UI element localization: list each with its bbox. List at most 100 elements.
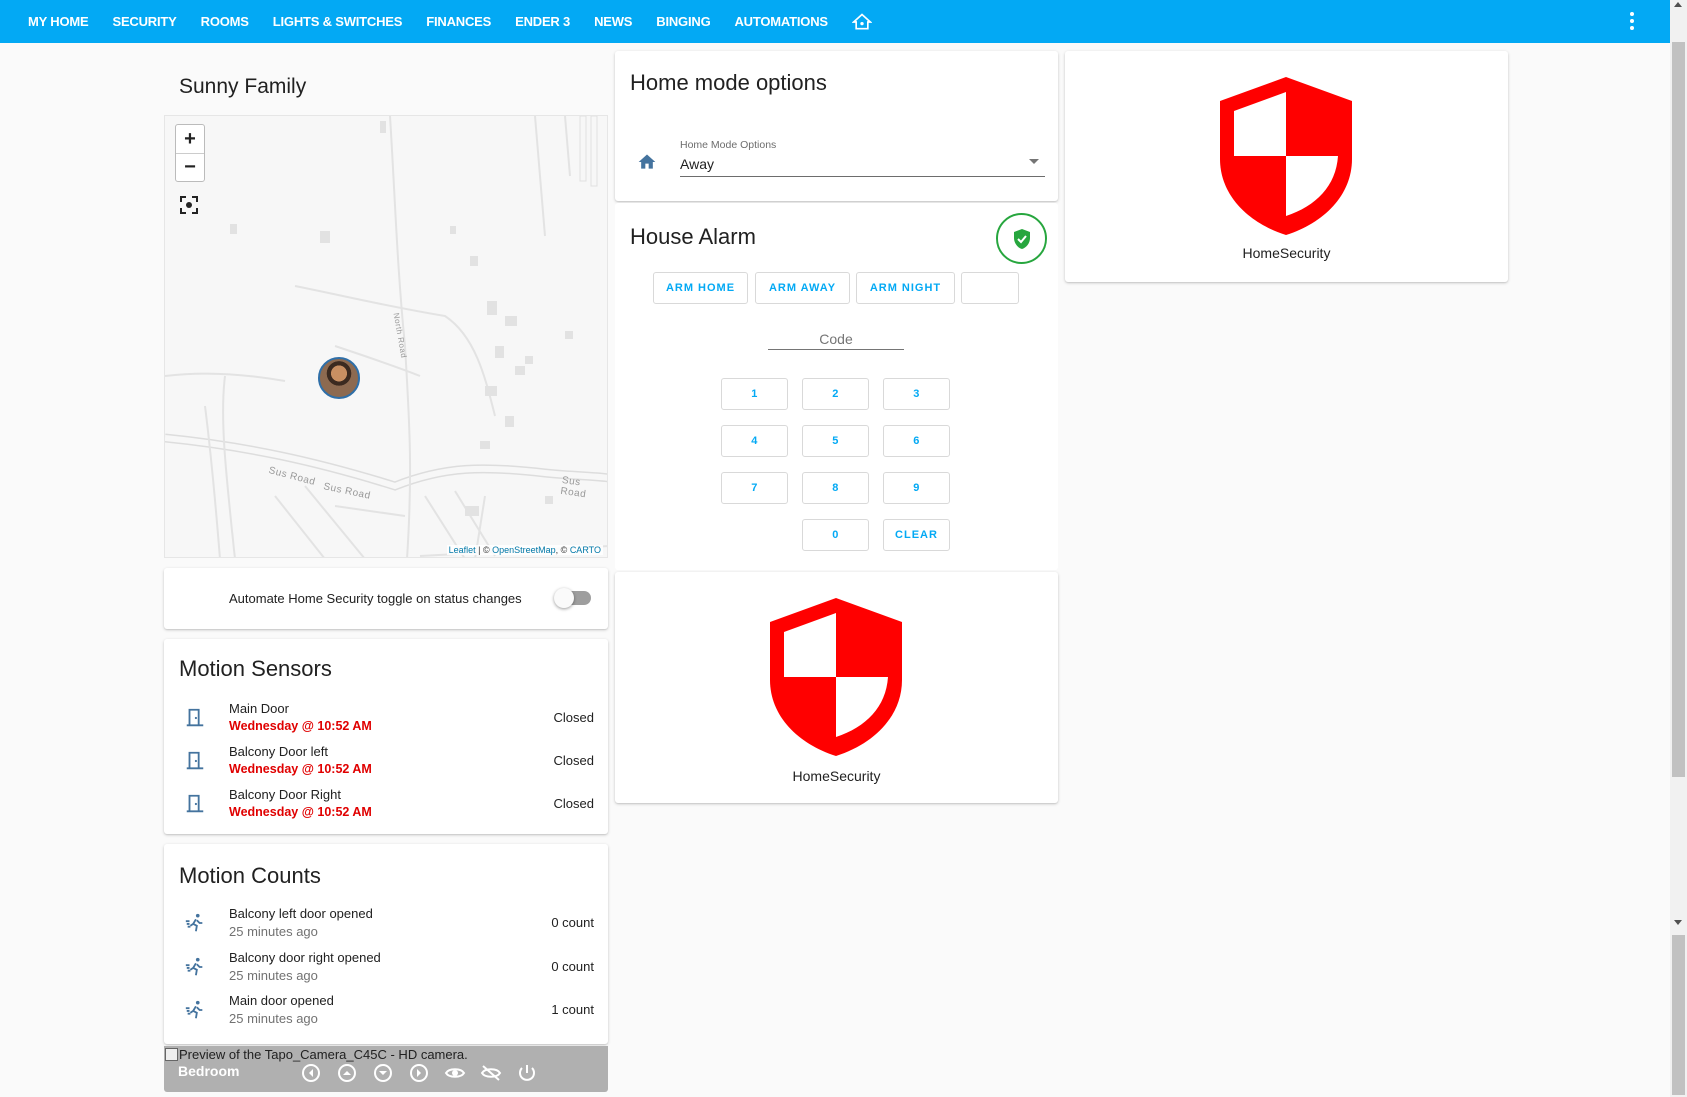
page-scrollbar[interactable] [1670, 0, 1687, 1097]
keypad-key-4[interactable]: 4 [721, 425, 788, 457]
entity-name: Main Door [229, 701, 289, 716]
tab-my-home[interactable]: MY HOME [0, 0, 100, 43]
eye-icon[interactable] [444, 1062, 466, 1084]
keypad-key-5[interactable]: 5 [802, 425, 869, 457]
home-security-label: HomeSecurity [1242, 245, 1331, 261]
home-security-card[interactable]: HomeSecurity [615, 572, 1058, 803]
pan-left-icon[interactable] [300, 1062, 322, 1084]
keypad-key-8[interactable]: 8 [802, 472, 869, 504]
arm-home-button[interactable]: ARM HOME [653, 272, 748, 304]
house-alarm-card: House Alarm ARM HOME ARM AWAY ARM NIGHT … [615, 203, 1058, 570]
entity-row[interactable]: Balcony Door Right Wednesday @ 10:52 AM … [164, 785, 608, 825]
tab-binging[interactable]: BINGING [644, 0, 722, 43]
zoom-out-button[interactable]: − [176, 153, 204, 181]
keypad-key-3[interactable]: 3 [883, 378, 950, 410]
motion-counts-card: Motion Counts Balcony left door opened 2… [164, 844, 608, 1044]
power-icon[interactable] [516, 1062, 538, 1084]
select-value: Away [680, 156, 714, 172]
camera-preview-alt-text: Preview of the Tapo_Camera_C45C - HD cam… [179, 1047, 468, 1062]
entity-name: Balcony door right opened [229, 950, 381, 965]
home-mode-select[interactable]: Home Mode Options Away [680, 139, 1045, 177]
entity-state: Closed [553, 753, 594, 768]
pan-down-icon[interactable] [372, 1062, 394, 1084]
door-closed-icon [186, 708, 204, 727]
pan-right-icon[interactable] [408, 1062, 430, 1084]
alarm-code-input[interactable] [768, 328, 904, 350]
keypad-key-0[interactable]: 0 [802, 519, 869, 551]
attribution-separator: | © [475, 545, 493, 555]
home-mode-card: Home mode options Home Mode Options Away [615, 51, 1058, 201]
run-fast-icon [185, 1000, 203, 1019]
map-attribution: Leaflet | © OpenStreetMap, © CARTO [446, 545, 603, 555]
tab-rooms[interactable]: ROOMS [189, 0, 261, 43]
alarm-status-badge[interactable] [996, 213, 1047, 264]
entity-name: Balcony Door Right [229, 787, 341, 802]
entity-state: Closed [553, 710, 594, 725]
pan-up-icon[interactable] [336, 1062, 358, 1084]
entity-row[interactable]: Balcony Door left Wednesday @ 10:52 AM C… [164, 742, 608, 782]
entity-state: Closed [553, 796, 594, 811]
shield-icon [1220, 77, 1352, 235]
scroll-down-arrow-icon[interactable] [1674, 920, 1682, 925]
dots-vertical-icon[interactable] [1621, 10, 1643, 32]
keypad-key-2[interactable]: 2 [802, 378, 869, 410]
home-automation-icon[interactable] [840, 0, 884, 43]
tab-lights-switches[interactable]: LIGHTS & SWITCHES [261, 0, 415, 43]
entity-last-changed: 25 minutes ago [229, 968, 318, 983]
map-view[interactable]: Sus Road Sus Road Sus Road North Road + … [164, 115, 608, 558]
scroll-up-arrow-icon[interactable] [1674, 2, 1682, 7]
tab-ender-3[interactable]: ENDER 3 [503, 0, 582, 43]
entity-last-changed: Wednesday @ 10:52 AM [229, 719, 372, 733]
zoom-controls: + − [175, 124, 205, 182]
chevron-down-icon [1029, 159, 1039, 164]
tab-automations[interactable]: AUTOMATIONS [722, 0, 839, 43]
card-title: Home mode options [630, 70, 827, 95]
scrollbar-thumb[interactable] [1672, 42, 1685, 777]
keypad-clear-button[interactable]: CLEAR [883, 519, 950, 551]
eye-off-icon[interactable] [480, 1062, 502, 1084]
fit-map-icon[interactable] [178, 194, 200, 216]
openstreetmap-link[interactable]: OpenStreetMap [492, 545, 556, 555]
shield-icon [770, 598, 902, 756]
tab-finances[interactable]: FINANCES [414, 0, 503, 43]
home-security-card[interactable]: HomeSecurity [1065, 51, 1508, 282]
top-app-bar: MY HOME SECURITY ROOMS LIGHTS & SWITCHES… [0, 0, 1687, 43]
map-card-title: Sunny Family [179, 75, 307, 98]
toggle-label: Automate Home Security toggle on status … [229, 591, 522, 606]
home-security-label: HomeSecurity [792, 768, 881, 784]
attribution-separator: , © [555, 545, 570, 555]
entity-row[interactable]: Main Door Wednesday @ 10:52 AM Closed [164, 699, 608, 739]
person-avatar-marker[interactable] [318, 357, 360, 399]
arm-night-button[interactable]: ARM NIGHT [856, 272, 955, 304]
run-fast-icon [185, 913, 203, 932]
entity-name: Main door opened [229, 993, 334, 1008]
arm-away-button[interactable]: ARM AWAY [755, 272, 850, 304]
automation-toggle-card: Automate Home Security toggle on status … [164, 568, 608, 629]
zoom-in-button[interactable]: + [176, 125, 204, 153]
entity-state: 0 count [551, 915, 594, 930]
tab-security[interactable]: SECURITY [100, 0, 188, 43]
automate-security-switch[interactable] [554, 588, 591, 608]
keypad-key-9[interactable]: 9 [883, 472, 950, 504]
arm-extra-button[interactable] [961, 272, 1019, 304]
entity-row[interactable]: Main door opened 25 minutes ago 1 count [164, 991, 608, 1031]
entity-row[interactable]: Balcony left door opened 25 minutes ago … [164, 904, 608, 944]
entity-last-changed: Wednesday @ 10:52 AM [229, 762, 372, 776]
leaflet-link[interactable]: Leaflet [449, 545, 476, 555]
camera-card: Preview of the Tapo_Camera_C45C - HD cam… [164, 1046, 608, 1092]
entity-row[interactable]: Balcony door right opened 25 minutes ago… [164, 948, 608, 988]
door-closed-icon [186, 751, 204, 770]
keypad-key-7[interactable]: 7 [721, 472, 788, 504]
entity-last-changed: 25 minutes ago [229, 1011, 318, 1026]
entity-last-changed: 25 minutes ago [229, 924, 318, 939]
entity-state: 1 count [551, 1002, 594, 1017]
tab-news[interactable]: NEWS [582, 0, 644, 43]
home-icon [638, 154, 656, 169]
keypad-key-6[interactable]: 6 [883, 425, 950, 457]
camera-name: Bedroom [178, 1063, 240, 1079]
entity-name: Balcony left door opened [229, 906, 373, 921]
carto-link[interactable]: CARTO [570, 545, 601, 555]
switch-knob [554, 588, 574, 608]
keypad-key-1[interactable]: 1 [721, 378, 788, 410]
motion-sensors-card: Motion Sensors Main Door Wednesday @ 10:… [164, 639, 608, 834]
